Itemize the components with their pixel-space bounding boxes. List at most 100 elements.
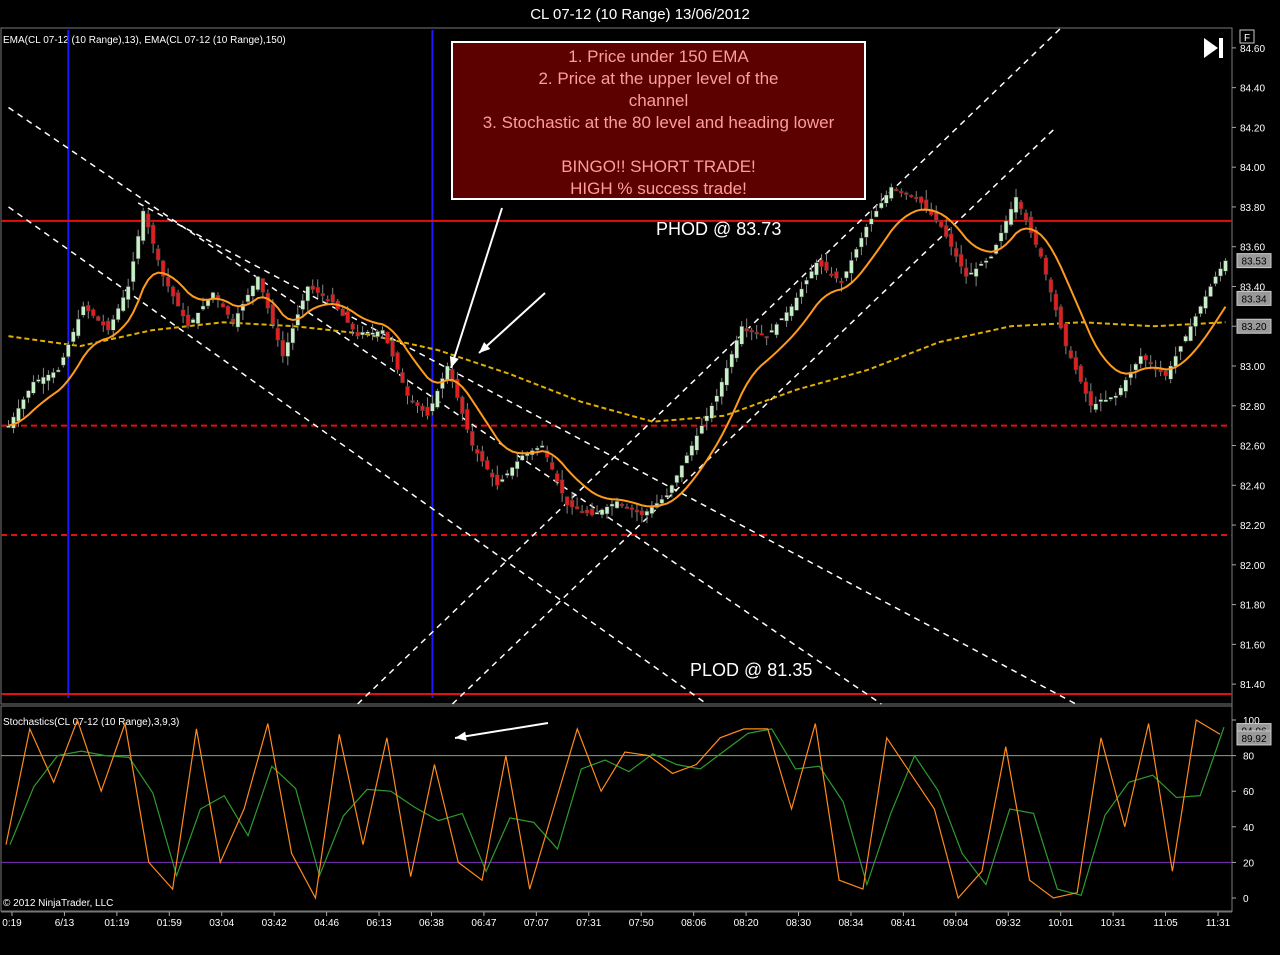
- candle-up: [510, 467, 515, 477]
- candle-up: [1198, 306, 1203, 314]
- price-tick-label: 81.40: [1240, 680, 1265, 691]
- candle-up: [689, 445, 695, 456]
- candle-up: [604, 506, 610, 515]
- candle-down: [480, 450, 485, 462]
- stoch-tick-label: 60: [1243, 787, 1255, 798]
- candle-down: [320, 293, 325, 297]
- candle-down: [1068, 350, 1074, 359]
- candle-up: [115, 308, 121, 321]
- candle-up: [699, 425, 705, 434]
- candle-down: [345, 311, 350, 323]
- candle-up: [440, 378, 445, 389]
- candle-down: [919, 196, 924, 204]
- candle-up: [669, 485, 675, 494]
- candle-up: [644, 510, 650, 516]
- candle-down: [639, 510, 645, 516]
- candle-up: [1103, 399, 1109, 403]
- candle-down: [225, 305, 231, 316]
- candle-up: [874, 210, 879, 218]
- candle-up: [1208, 286, 1213, 297]
- candle-down: [624, 506, 630, 510]
- candle-down: [579, 510, 585, 514]
- candle-up: [255, 276, 261, 291]
- candle-up: [869, 218, 874, 225]
- candle-down: [914, 196, 919, 200]
- candle-up: [659, 498, 665, 504]
- candle-down: [220, 303, 226, 308]
- candle-down: [315, 286, 320, 294]
- candle-up: [674, 475, 680, 483]
- annotation-arrows: [449, 207, 549, 741]
- candle-up: [430, 403, 435, 412]
- time-tick-label: 03:04: [209, 918, 234, 929]
- candle-down: [230, 318, 236, 323]
- candle-up: [135, 235, 141, 260]
- candle-down: [185, 314, 191, 327]
- time-tick-label: 01:19: [104, 918, 129, 929]
- price-tick-label: 84.60: [1240, 44, 1265, 55]
- candle-down: [490, 472, 495, 478]
- candle-down: [824, 261, 829, 271]
- candle-up: [71, 331, 76, 343]
- stoch-d-series: [9, 726, 1225, 897]
- candle-down: [554, 473, 560, 482]
- candle-up: [729, 353, 734, 368]
- time-tick-label: 11:05: [1153, 918, 1178, 929]
- candle-down: [410, 400, 415, 403]
- candle-up: [66, 344, 71, 358]
- stoch-panel-frame: [0, 705, 1233, 912]
- stoch-arrow-head: [455, 731, 467, 741]
- candle-up: [998, 232, 1004, 242]
- candle-down: [180, 309, 186, 317]
- time-tick-label: 06:47: [471, 918, 496, 929]
- candle-up: [1113, 395, 1119, 399]
- channel-line: [137, 202, 1077, 705]
- price-badge-label: 83.53: [1241, 257, 1266, 268]
- candle-down: [145, 213, 151, 228]
- candle-up: [519, 455, 525, 461]
- candle-up: [76, 318, 81, 337]
- candle-down: [415, 402, 420, 407]
- candle-up: [1118, 387, 1124, 396]
- stoch-tick-label: 20: [1243, 858, 1255, 869]
- time-axis-ticks: 0:19 6/13 01:19 01:59 03:04 03:42 04:46 06:13 06…: [2, 912, 1231, 929]
- skip-forward-icon[interactable]: [1204, 38, 1223, 58]
- price-tick-label: 84.40: [1240, 84, 1265, 95]
- candle-down: [953, 247, 959, 257]
- candle-up: [81, 306, 86, 316]
- candle-up: [380, 329, 385, 335]
- candle-up: [594, 512, 600, 515]
- candle-down: [948, 233, 954, 247]
- candle-down: [91, 309, 96, 317]
- price-tick-label: 83.00: [1240, 362, 1265, 373]
- price-tick-label: 82.00: [1240, 561, 1265, 572]
- candle-down: [385, 331, 390, 344]
- time-tick-label: 08:20: [734, 918, 759, 929]
- candle-up: [679, 465, 685, 478]
- candle-up: [290, 327, 296, 344]
- stoch-k-series: [5, 718, 1221, 900]
- candle-down: [155, 248, 161, 261]
- candle-down: [101, 321, 106, 326]
- trade-callout-text: 1. Price under 150 EMA 2. Price at the u…: [482, 47, 835, 198]
- candle-up: [719, 381, 724, 397]
- candle-down: [938, 220, 944, 228]
- candle-up: [1203, 296, 1208, 309]
- candle-up: [250, 285, 256, 297]
- candle-down: [1063, 323, 1069, 347]
- candle-down: [170, 286, 176, 297]
- candle-up: [794, 297, 799, 311]
- candle-up: [1178, 345, 1183, 353]
- time-tick-label: 0:19: [2, 918, 22, 929]
- candle-down: [96, 316, 101, 321]
- candle-down: [574, 506, 580, 510]
- price-tick-label: 82.60: [1240, 442, 1265, 453]
- price-badge-label: 83.20: [1241, 322, 1266, 333]
- candle-down: [923, 199, 929, 210]
- candle-up: [200, 305, 206, 310]
- candle-up: [300, 300, 306, 310]
- candle-up: [614, 500, 620, 509]
- candle-down: [355, 331, 360, 337]
- candle-up: [36, 379, 41, 382]
- candle-down: [1078, 365, 1084, 383]
